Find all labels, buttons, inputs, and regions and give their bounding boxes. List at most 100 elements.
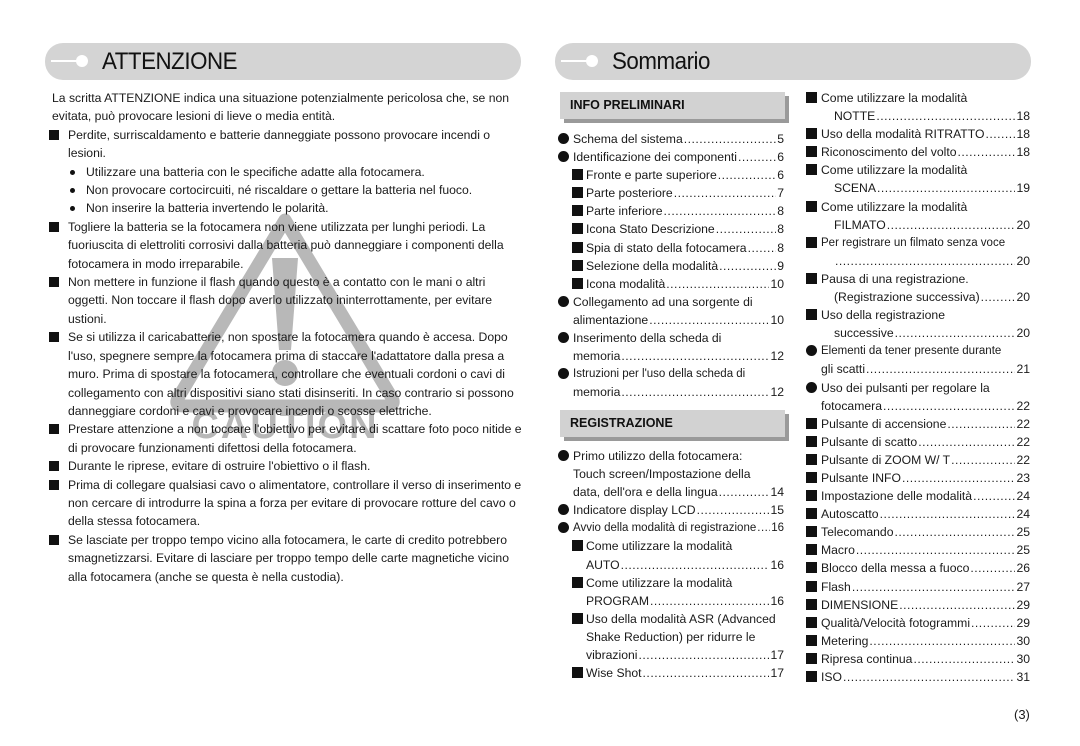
- toc-page-number: 22: [1016, 398, 1030, 413]
- toc-entry-title: vibrazioni: [586, 648, 638, 663]
- toc-entry[interactable]: Uso della modalità RITRATTO 18: [806, 125, 1030, 143]
- warning-text: Durante le riprese, evitare di ostruire …: [68, 459, 371, 474]
- toc-entry[interactable]: gli scatti 21: [806, 360, 1030, 378]
- toc-entry[interactable]: Selezione della modalità 9: [558, 257, 784, 275]
- toc-entry[interactable]: Identificazione dei componenti 6: [558, 148, 784, 166]
- square-bullet-icon: [572, 223, 583, 235]
- toc-entry[interactable]: Come utilizzare la modalità: [558, 537, 784, 555]
- toc-entry[interactable]: Uso della modalità ASR (Advanced: [558, 610, 784, 628]
- toc-entry[interactable]: DIMENSIONE 29: [806, 596, 1030, 614]
- toc-entry-title: Come utilizzare la modalità: [821, 199, 968, 214]
- toc-entry[interactable]: Per registrare un filmato senza voce: [806, 234, 1030, 252]
- toc-entry[interactable]: PROGRAM 16: [558, 592, 784, 610]
- dot-leader: [638, 646, 769, 664]
- toc-page-number: 25: [1016, 525, 1030, 540]
- toc-entry[interactable]: Primo utilizzo della fotocamera:: [558, 447, 784, 465]
- toc-entry[interactable]: Icona Stato Descrizione 8: [558, 220, 784, 238]
- toc-entry[interactable]: memoria 12: [558, 347, 784, 365]
- toc-entry[interactable]: Fronte e parte superiore 6: [558, 166, 784, 184]
- toc-entry[interactable]: Blocco della messa a fuoco 26: [806, 559, 1030, 577]
- toc-entry[interactable]: Indicatore display LCD 15: [558, 501, 784, 519]
- toc-entry[interactable]: Uso dei pulsanti per regolare la: [806, 379, 1030, 397]
- toc-entry[interactable]: Pulsante di accensione 22: [806, 415, 1030, 433]
- toc-entry[interactable]: NOTTE 18: [806, 107, 1030, 125]
- toc-page-number: 20: [1016, 290, 1030, 305]
- toc-entry[interactable]: Come utilizzare la modalità: [558, 574, 784, 592]
- toc-entry[interactable]: AUTO 16: [558, 556, 784, 574]
- toc-entry[interactable]: Come utilizzare la modalità: [806, 198, 1030, 216]
- warning-text: Non mettere in funzione il flash quando …: [68, 275, 493, 326]
- toc-entry-title: Blocco della messa a fuoco: [821, 561, 970, 576]
- toc-entry[interactable]: Telecomando 25: [806, 523, 1030, 541]
- toc-entry[interactable]: Pulsante di ZOOM W/ T 22: [806, 451, 1030, 469]
- toc-entry[interactable]: Pulsante di scatto 22: [806, 433, 1030, 451]
- round-bullet-icon: [558, 504, 569, 516]
- toc-entry[interactable]: Avvio della modalità di registrazione 16: [558, 519, 784, 537]
- dot-leader: [985, 125, 1015, 143]
- toc-page-number: 15: [770, 503, 784, 518]
- toc-entry[interactable]: Come utilizzare la modalità: [806, 89, 1030, 107]
- toc-entry-title: Selezione della modalità: [586, 258, 719, 273]
- toc-entry-title: Uso dei pulsanti per regolare la: [821, 380, 990, 395]
- toc-entry[interactable]: Come utilizzare la modalità: [806, 161, 1030, 179]
- toc-entry[interactable]: Icona modalità 10: [558, 275, 784, 293]
- toc-entry[interactable]: Elementi da tener presente durante: [806, 342, 1030, 360]
- toc-entry-title: Riconoscimento del volto: [821, 145, 957, 160]
- toc-entry[interactable]: Pulsante INFO 23: [806, 469, 1030, 487]
- square-bullet-icon: [572, 540, 583, 552]
- warning-item: Se si utilizza il caricabatterie, non sp…: [48, 328, 528, 420]
- toc-entry[interactable]: successive 20: [806, 324, 1030, 342]
- toc-entry[interactable]: Ripresa continua 30: [806, 650, 1030, 668]
- toc-entry[interactable]: FILMATO 20: [806, 216, 1030, 234]
- round-bullet-icon: [558, 295, 569, 307]
- attenzione-header: ATTENZIONE: [45, 43, 521, 80]
- toc-page-number: 7: [777, 186, 784, 201]
- toc-entry[interactable]: Parte inferiore 8: [558, 202, 784, 220]
- toc-entry[interactable]: Impostazione delle modalità 24: [806, 487, 1030, 505]
- toc-entry[interactable]: Spia di stato della fotocamera 8: [558, 239, 784, 257]
- dot-leader: [666, 275, 769, 293]
- dot-leader: [947, 415, 1015, 433]
- toc-entry[interactable]: data, dell'ora e della lingua 14: [558, 483, 784, 501]
- toc-entry-title: Metering: [821, 633, 869, 648]
- toc-entry[interactable]: Metering 30: [806, 632, 1030, 650]
- dot-leader: [664, 202, 777, 220]
- toc-entry[interactable]: (Registrazione successiva) 20: [806, 288, 1030, 306]
- toc-entry[interactable]: alimentazione 10: [558, 311, 784, 329]
- toc-page-number: 25: [1016, 543, 1030, 558]
- toc-entry[interactable]: Macro 25: [806, 541, 1030, 559]
- toc-entry[interactable]: Touch screen/Impostazione della: [558, 465, 784, 483]
- toc-entry[interactable]: Autoscatto 24: [806, 505, 1030, 523]
- dot-leader: [918, 433, 1015, 451]
- dot-leader: [866, 360, 1015, 378]
- toc-entry[interactable]: Uso della registrazione: [806, 306, 1030, 324]
- toc-entry[interactable]: memoria 12: [558, 383, 784, 401]
- toc-entry[interactable]: Flash 27: [806, 578, 1030, 596]
- toc-entry[interactable]: Collegamento ad una sorgente di: [558, 293, 784, 311]
- toc-entry-title: Come utilizzare la modalità: [586, 575, 733, 590]
- toc-entry[interactable]: Istruzioni per l'uso della scheda di: [558, 365, 784, 383]
- toc-entry[interactable]: ISO 31: [806, 668, 1030, 686]
- square-bullet-icon: [806, 146, 817, 158]
- toc-entry[interactable]: fotocamera 22: [806, 397, 1030, 415]
- dot-leader: [697, 501, 770, 519]
- toc-entry[interactable]: vibrazioni 17: [558, 646, 784, 664]
- toc-entry[interactable]: Inserimento della scheda di: [558, 329, 784, 347]
- toc-entry[interactable]: Parte posteriore 7: [558, 184, 784, 202]
- toc-entry[interactable]: Schema del sistema 5: [558, 130, 784, 148]
- toc-entry-title: Schema del sistema: [573, 132, 683, 146]
- toc-entry[interactable]: Pausa di una registrazione.: [806, 270, 1030, 288]
- toc-entry[interactable]: Riconoscimento del volto 18: [806, 143, 1030, 161]
- toc-page-number: 6: [777, 150, 784, 165]
- toc-entry[interactable]: Shake Reduction) per ridurre le: [558, 628, 784, 646]
- toc-entry-title: Impostazione delle modalità: [821, 489, 973, 504]
- square-bullet-icon: [572, 169, 583, 181]
- toc-entry[interactable]: SCENA 19: [806, 179, 1030, 197]
- toc-page-number: 24: [1016, 507, 1030, 522]
- toc-entry[interactable]: Wise Shot 17: [558, 664, 784, 682]
- toc-page-number: 22: [1016, 452, 1030, 467]
- toc-entry[interactable]: 20: [806, 252, 1030, 270]
- toc-entry-title: Pulsante di accensione: [821, 416, 947, 431]
- toc-entry[interactable]: Qualità/Velocità fotogrammi 29: [806, 614, 1030, 632]
- square-bullet-icon: [806, 490, 817, 502]
